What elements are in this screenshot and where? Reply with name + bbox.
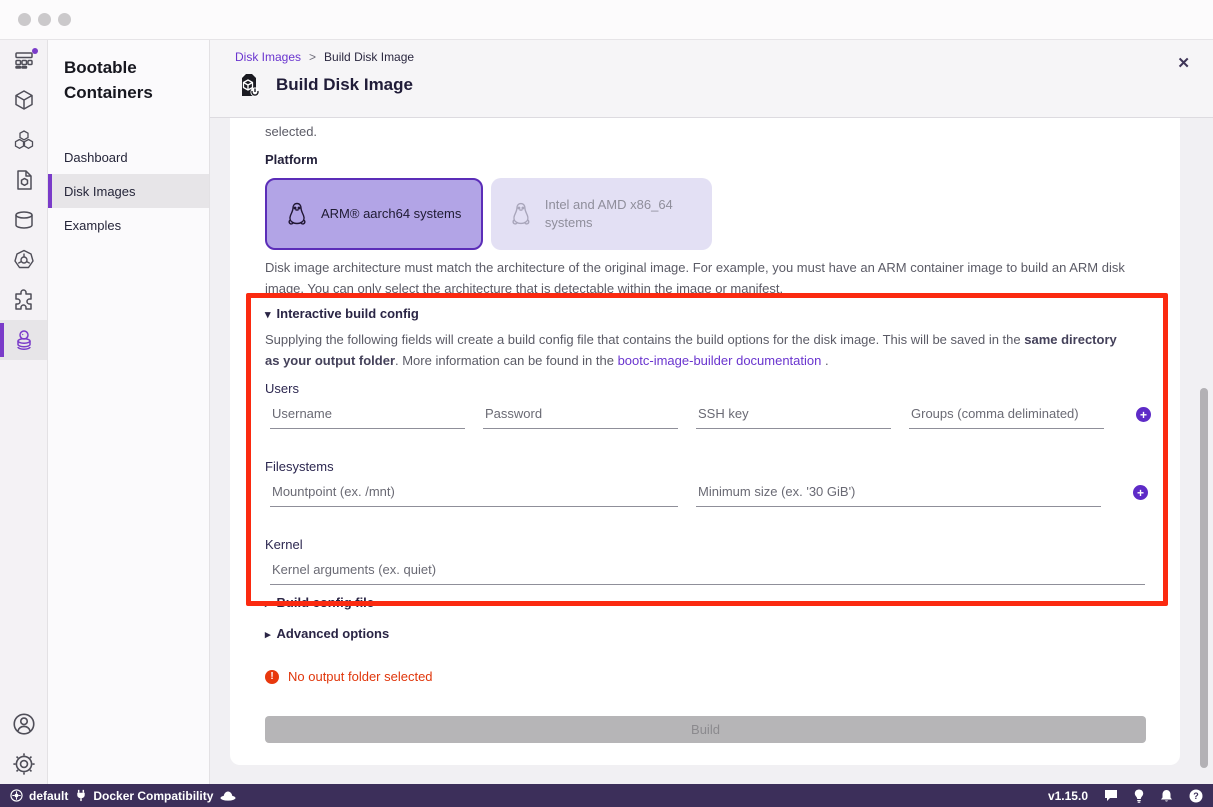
caret-right-icon: ▸ (265, 628, 271, 641)
platform-options: ARM® aarch64 systems Intel and AMD x86_6… (265, 178, 712, 250)
rail-item-extensions[interactable] (0, 280, 47, 320)
pods-icon (12, 128, 36, 152)
volume-cylinder-icon (12, 208, 36, 232)
linux-penguin-icon (285, 201, 309, 227)
docker-compatibility[interactable]: Docker Compatibility (75, 789, 213, 803)
kernel-arguments-input[interactable] (270, 559, 1145, 585)
filesystems-field-row: + (270, 481, 1148, 507)
rail-item-bootable-containers[interactable] (0, 320, 47, 360)
podman-machine-status[interactable] (220, 790, 236, 801)
interactive-build-config-toggle[interactable]: ▾Interactive build config (265, 306, 419, 321)
caret-down-icon: ▾ (265, 308, 271, 321)
interactive-build-config-description: Supplying the following fields will crea… (265, 330, 1131, 371)
platform-description: Disk image architecture must match the a… (265, 258, 1137, 299)
page-content: selected. Platform ARM® aarch64 systems … (210, 118, 1213, 784)
page-header: Disk Images > Build Disk Image Build Dis… (210, 40, 1213, 118)
page-title: Build Disk Image (276, 75, 413, 95)
rail-item-kubernetes[interactable] (0, 240, 47, 280)
validation-error: ! No output folder selected (265, 669, 433, 684)
window-zoom-button[interactable] (58, 13, 71, 26)
rail-item-images[interactable] (0, 160, 47, 200)
build-disk-image-icon (235, 71, 263, 99)
rail-spacer (0, 360, 47, 704)
groups-input[interactable] (909, 403, 1104, 429)
notifications-bell-icon[interactable] (1160, 789, 1173, 803)
bootc-image-builder-doc-link[interactable]: bootc-image-builder documentation (618, 353, 822, 368)
rail-item-volumes[interactable] (0, 200, 47, 240)
filesystems-label: Filesystems (265, 459, 334, 474)
settings-gear-icon (11, 751, 37, 777)
lightbulb-icon[interactable] (1134, 789, 1144, 803)
sidebar-item-disk-images[interactable]: Disk Images (48, 174, 209, 208)
breadcrumb: Disk Images > Build Disk Image (235, 50, 1213, 64)
mountpoint-input[interactable] (270, 481, 678, 507)
build-button[interactable]: Build (265, 716, 1146, 743)
feedback-icon[interactable] (1104, 789, 1118, 802)
scrollbar-thumb[interactable] (1200, 388, 1208, 768)
add-filesystem-button[interactable]: + (1133, 485, 1148, 500)
add-user-button[interactable]: + (1136, 407, 1151, 422)
context-icon (10, 789, 23, 802)
app-version: v1.15.0 (1048, 789, 1088, 803)
window-title-bar (0, 0, 1213, 40)
notification-dot (32, 48, 38, 54)
minimum-size-input[interactable] (696, 481, 1101, 507)
error-message: No output folder selected (288, 669, 433, 684)
sidebar-nav: Dashboard Disk Images Examples (48, 140, 209, 242)
scrolled-text-fragment: selected. (265, 124, 317, 139)
kernel-label: Kernel (265, 537, 303, 552)
sidebar-item-examples[interactable]: Examples (48, 208, 209, 242)
linux-penguin-icon (509, 201, 533, 227)
platform-option-x86[interactable]: Intel and AMD x86_64 systems (491, 178, 712, 250)
sidebar: Bootable Containers Dashboard Disk Image… (48, 40, 210, 784)
account-icon (11, 711, 37, 737)
platform-x86-label: Intel and AMD x86_64 systems (545, 196, 694, 232)
hat-icon (220, 790, 236, 801)
svg-text:?: ? (1193, 791, 1199, 801)
rail-item-account[interactable] (0, 704, 47, 744)
puzzle-icon (12, 288, 36, 312)
platform-arm-label: ARM® aarch64 systems (321, 205, 461, 223)
status-bar: default Docker Compatibility v1.15.0 ? (0, 784, 1213, 807)
bootable-containers-icon (12, 328, 36, 352)
username-input[interactable] (270, 403, 465, 429)
build-config-file-toggle[interactable]: ▸Build config file (265, 595, 374, 610)
rail-item-dashboard[interactable] (0, 40, 47, 80)
sidebar-item-dashboard[interactable]: Dashboard (48, 140, 209, 174)
platform-option-arm[interactable]: ARM® aarch64 systems (265, 178, 483, 250)
image-file-icon (12, 168, 36, 192)
breadcrumb-disk-images[interactable]: Disk Images (235, 50, 301, 64)
window-close-button[interactable] (18, 13, 31, 26)
password-input[interactable] (483, 403, 678, 429)
advanced-options-toggle[interactable]: ▸Advanced options (265, 626, 389, 641)
rail-item-pods[interactable] (0, 120, 47, 160)
main-area: Disk Images > Build Disk Image Build Dis… (210, 40, 1213, 784)
sidebar-title: Bootable Containers (48, 56, 168, 105)
container-cube-icon (12, 88, 36, 112)
users-field-row: + (270, 403, 1151, 429)
breadcrumb-separator: > (309, 50, 316, 64)
breadcrumb-current: Build Disk Image (324, 50, 414, 64)
rail-item-settings[interactable] (0, 744, 47, 784)
help-icon[interactable]: ? (1189, 789, 1203, 803)
platform-label: Platform (265, 152, 318, 167)
close-icon[interactable]: ✕ (1177, 54, 1190, 72)
window-minimize-button[interactable] (38, 13, 51, 26)
users-label: Users (265, 381, 299, 396)
kubernetes-icon (12, 248, 36, 272)
form-card: selected. Platform ARM® aarch64 systems … (230, 118, 1180, 765)
kernel-field-row (270, 559, 1145, 585)
navigation-rail (0, 40, 48, 784)
ssh-key-input[interactable] (696, 403, 891, 429)
plug-icon (75, 789, 87, 802)
error-icon: ! (265, 670, 279, 684)
context-selector[interactable]: default (10, 789, 68, 803)
rail-item-containers[interactable] (0, 80, 47, 120)
caret-right-icon: ▸ (265, 597, 271, 610)
